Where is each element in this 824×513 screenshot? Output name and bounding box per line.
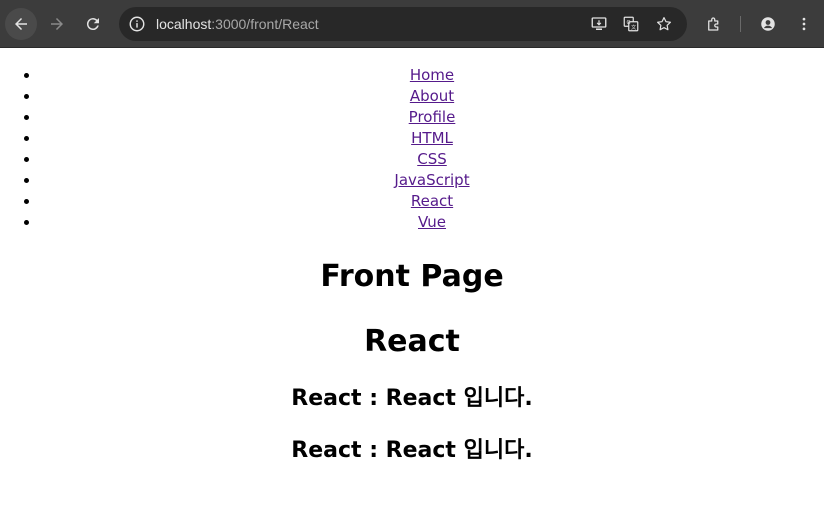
avatar-icon xyxy=(761,17,775,31)
nav-item: React xyxy=(40,191,824,212)
reload-icon xyxy=(86,18,99,31)
nav-item: CSS xyxy=(40,149,824,170)
content-line: React : React 입니다. xyxy=(291,438,533,463)
address-bar[interactable]: localhost:3000/front/React G 文 xyxy=(119,7,687,41)
url-host: localhost xyxy=(156,16,212,32)
nav-item: HTML xyxy=(40,128,824,149)
menu-button[interactable] xyxy=(788,8,820,40)
nav-link-css[interactable]: CSS xyxy=(417,150,447,168)
page-title: Front Page xyxy=(320,259,504,294)
translate-button[interactable]: G 文 xyxy=(619,12,643,36)
svg-text:G: G xyxy=(627,20,631,26)
browser-toolbar: localhost:3000/front/React G 文 xyxy=(0,0,824,48)
puzzle-icon xyxy=(708,17,719,31)
nav-link-html[interactable]: HTML xyxy=(411,129,453,147)
nav-link-vue[interactable]: Vue xyxy=(418,213,446,231)
nav-item: Profile xyxy=(40,107,824,128)
back-button[interactable] xyxy=(5,8,37,40)
kebab-menu-icon xyxy=(802,17,806,31)
content-line: React : React 입니다. xyxy=(291,386,533,411)
nav-link-react[interactable]: React xyxy=(411,192,453,210)
nav-link-home[interactable]: Home xyxy=(410,66,454,84)
translate-icon: G 文 xyxy=(623,16,639,32)
nav-link-profile[interactable]: Profile xyxy=(409,108,456,126)
star-icon xyxy=(657,17,671,31)
nav-list: Home About Profile HTML CSS JavaScript R… xyxy=(0,48,824,233)
nav-item: About xyxy=(40,86,824,107)
page-content: Home About Profile HTML CSS JavaScript R… xyxy=(0,48,824,513)
section-title: React xyxy=(364,324,460,359)
site-info-icon[interactable] xyxy=(127,14,147,34)
bookmark-button[interactable] xyxy=(652,12,676,36)
toolbar-divider xyxy=(740,16,741,32)
url-text[interactable]: localhost:3000/front/React xyxy=(156,7,319,41)
nav-item: Home xyxy=(40,65,824,86)
install-app-button[interactable] xyxy=(587,12,611,36)
nav-item: Vue xyxy=(40,212,824,233)
extensions-button[interactable] xyxy=(698,8,730,40)
reload-button[interactable] xyxy=(77,8,109,40)
arrow-right-icon xyxy=(51,18,63,30)
url-path: :3000/front/React xyxy=(211,16,319,32)
profile-button[interactable] xyxy=(752,8,784,40)
nav-item: JavaScript xyxy=(40,170,824,191)
forward-button[interactable] xyxy=(41,8,73,40)
nav-link-about[interactable]: About xyxy=(410,87,454,105)
nav-link-javascript[interactable]: JavaScript xyxy=(394,171,469,189)
install-monitor-icon xyxy=(591,17,607,30)
arrow-left-icon xyxy=(15,18,27,30)
